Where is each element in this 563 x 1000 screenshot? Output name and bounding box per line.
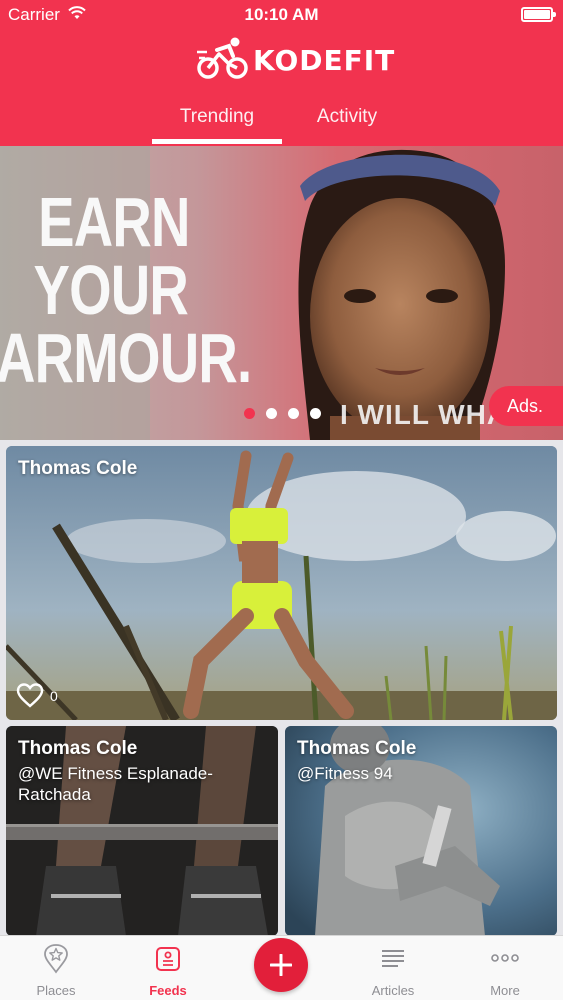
promo-banner[interactable]: EARN YOUR ARMOUR. I WILL WHA Ads. — [0, 146, 563, 440]
carousel-dot-2[interactable] — [266, 408, 277, 419]
app-screen: Carrier 10:10 AM KODEFIT Trending Activi… — [0, 0, 563, 1000]
card-location[interactable]: @Fitness 94 — [297, 763, 537, 784]
tab-articles-label: Articles — [371, 983, 415, 998]
plus-icon — [270, 954, 292, 976]
card-photo — [6, 446, 557, 720]
feed-card[interactable]: Thomas Cole @WE Fitness Esplanade-Ratcha… — [6, 726, 278, 936]
carousel-dot-4[interactable] — [310, 408, 321, 419]
feed-card-icon — [156, 947, 180, 971]
banner-headline-line3: ARMOUR. — [0, 319, 252, 397]
active-tab-indicator — [152, 139, 282, 144]
logo-text: KODEFIT — [253, 44, 396, 77]
tab-trending[interactable]: Trending — [152, 106, 282, 128]
tab-more[interactable]: More — [455, 936, 555, 1000]
tab-activity[interactable]: Activity — [282, 106, 412, 128]
map-pin-star-icon — [44, 944, 68, 974]
add-post-button[interactable] — [254, 938, 308, 992]
text-lines-icon — [382, 950, 404, 967]
carousel-dot-3[interactable] — [288, 408, 299, 419]
tab-feeds-label: Feeds — [149, 983, 187, 998]
ads-badge: Ads. — [489, 386, 563, 426]
cyclist-icon — [197, 37, 248, 79]
banner-headline-line2: YOUR — [33, 251, 189, 329]
banner-tagline: I WILL WHA — [340, 399, 509, 430]
feed-card[interactable]: Thomas Cole 0 — [6, 446, 557, 720]
tab-places[interactable]: Places — [6, 936, 106, 1000]
kodefit-logo: KODEFIT — [195, 36, 394, 84]
more-dots-icon — [491, 954, 519, 962]
feed-tabs: Trending Activity — [0, 98, 563, 146]
heart-icon[interactable] — [16, 682, 44, 708]
app-header: Carrier 10:10 AM KODEFIT Trending Activi… — [0, 0, 563, 146]
card-location[interactable]: @WE Fitness Esplanade-Ratchada — [18, 763, 258, 805]
feed-card[interactable]: Thomas Cole @Fitness 94 — [285, 726, 557, 936]
banner-headline-line1: EARN — [38, 183, 190, 261]
tab-articles[interactable]: Articles — [343, 936, 443, 1000]
card-author-name[interactable]: Thomas Cole — [18, 738, 137, 760]
clock-label: 10:10 AM — [244, 5, 319, 24]
status-bar: Carrier 10:10 AM — [0, 0, 563, 30]
carousel-dots — [240, 408, 330, 422]
tab-more-label: More — [490, 983, 520, 998]
like-count: 0 — [50, 688, 58, 704]
battery-icon — [521, 7, 556, 22]
tab-places-label: Places — [36, 983, 76, 998]
tab-feeds[interactable]: Feeds — [118, 936, 218, 1000]
card-author-name[interactable]: Thomas Cole — [18, 458, 137, 480]
card-author-name[interactable]: Thomas Cole — [297, 738, 416, 760]
carousel-dot-1[interactable] — [244, 408, 255, 419]
banner-headline: EARN YOUR ARMOUR. — [0, 183, 252, 397]
